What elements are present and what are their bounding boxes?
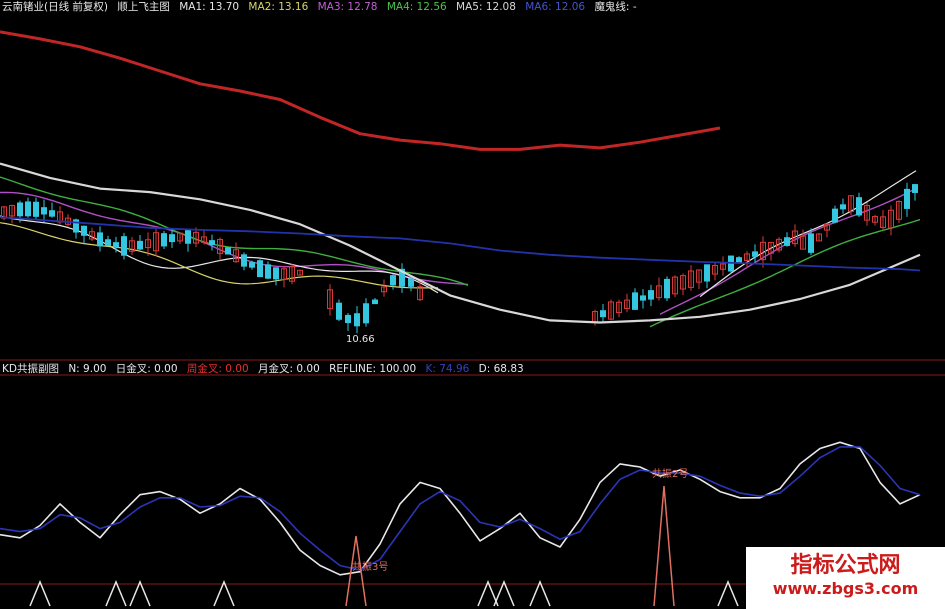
candle-body bbox=[17, 202, 23, 217]
candle-body bbox=[25, 201, 31, 217]
candle-body bbox=[257, 260, 263, 278]
k-label: K: 74.96 bbox=[425, 363, 470, 375]
candle-body bbox=[345, 314, 351, 324]
candle-body bbox=[336, 302, 342, 320]
ma5-label: MA5: 12.08 bbox=[456, 1, 516, 13]
candle-body bbox=[832, 208, 838, 223]
week-cross-label: 周金叉: 0.00 bbox=[186, 363, 249, 375]
signal-triangle bbox=[653, 485, 675, 607]
ghost-line-label: 魔鬼线: - bbox=[594, 1, 637, 13]
candle-body bbox=[137, 240, 143, 250]
ma6-label: MA6: 12.06 bbox=[525, 1, 586, 13]
candle-body bbox=[752, 251, 758, 257]
signal-triangle bbox=[529, 580, 551, 607]
candle-body bbox=[704, 264, 710, 282]
candle-body bbox=[840, 204, 846, 210]
candle-body bbox=[640, 295, 646, 301]
candle-body bbox=[249, 262, 255, 268]
candle-body bbox=[372, 299, 378, 305]
ma1-label: MA1: 13.70 bbox=[179, 1, 240, 13]
candle-body bbox=[105, 239, 111, 246]
candle-body bbox=[81, 225, 87, 236]
candle-body bbox=[49, 210, 55, 217]
candle-body bbox=[41, 207, 47, 215]
candle-body bbox=[209, 240, 215, 246]
low-price-label: 10.66 bbox=[346, 334, 375, 345]
watermark-badge: 指标公式网 www.zbgs3.com bbox=[746, 547, 945, 609]
signal-triangles bbox=[29, 485, 739, 607]
candle-body bbox=[784, 237, 790, 246]
ma4-label: MA4: 12.56 bbox=[386, 1, 447, 13]
kd-title: KD共振副图 bbox=[2, 363, 59, 375]
ma3-right-line bbox=[659, 186, 919, 315]
candle-body bbox=[632, 292, 638, 310]
signal-triangle bbox=[213, 580, 235, 607]
watermark-title: 指标公式网 bbox=[790, 553, 901, 578]
candlesticks bbox=[1, 182, 918, 334]
month-cross-label: 月金叉: 0.00 bbox=[258, 363, 320, 375]
candle-body bbox=[33, 201, 39, 217]
ma2-line bbox=[0, 222, 439, 289]
candle-body bbox=[225, 247, 231, 255]
candle-body bbox=[664, 278, 670, 299]
stock-title: 云南锗业(日线 前复权) bbox=[2, 1, 109, 13]
candle-body bbox=[904, 188, 910, 209]
candle-body bbox=[161, 233, 167, 247]
candle-body bbox=[121, 236, 127, 256]
signal-triangle bbox=[129, 580, 151, 607]
signal-triangle bbox=[29, 580, 51, 607]
chart-canvas: 10.66 共振2号 共振3号 bbox=[0, 30, 945, 607]
candle-body bbox=[856, 197, 862, 216]
candle-body bbox=[363, 303, 369, 324]
signal-label-2: 共振2号 bbox=[652, 467, 688, 480]
watermark-url: www.zbgs3.com bbox=[772, 579, 919, 598]
candle-body bbox=[185, 230, 191, 244]
candle-body bbox=[912, 184, 918, 193]
indicator-name: 顺上飞主图 bbox=[117, 1, 170, 13]
main-lines bbox=[0, 30, 921, 324]
candle-body bbox=[169, 234, 175, 243]
candle-body bbox=[273, 267, 279, 280]
day-cross-label: 日金叉: 0.00 bbox=[115, 363, 178, 375]
kd-chart-legend: KD共振副图 N: 9.00 日金叉: 0.00 周金叉: 0.00 月金叉: … bbox=[2, 362, 530, 376]
candle-body bbox=[97, 232, 103, 247]
candle-body bbox=[265, 264, 271, 279]
signal-triangle bbox=[717, 580, 739, 607]
refline-label: REFLINE: 100.00 bbox=[329, 363, 417, 375]
ma2-label: MA2: 13.16 bbox=[248, 1, 309, 13]
n-label: N: 9.00 bbox=[68, 363, 107, 375]
ghost-line bbox=[0, 30, 721, 151]
candle-body bbox=[113, 242, 119, 248]
ma3-label: MA3: 12.78 bbox=[317, 1, 378, 13]
candle-body bbox=[408, 278, 414, 287]
candle-body bbox=[390, 275, 396, 286]
candle-body bbox=[354, 313, 360, 327]
candle-body bbox=[648, 290, 654, 300]
main-chart-legend: 云南锗业(日线 前复权) 顺上飞主图 MA1: 13.70 MA2: 13.16… bbox=[2, 0, 643, 14]
candle-body bbox=[808, 233, 814, 253]
candle-body bbox=[241, 254, 247, 267]
ma1-line bbox=[0, 215, 439, 294]
signal-label-3: 共振3号 bbox=[352, 560, 388, 573]
d-label: D: 68.83 bbox=[478, 363, 524, 375]
signal-triangle bbox=[105, 580, 127, 607]
candle-body bbox=[600, 310, 606, 318]
